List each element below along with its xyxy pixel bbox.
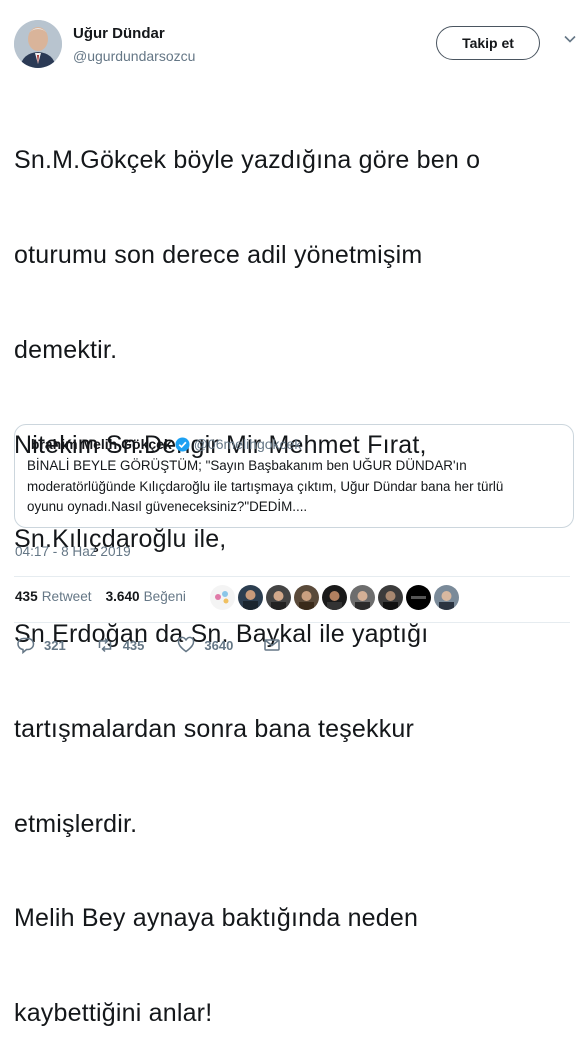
- quoted-tweet[interactable]: İbrahim Melih Gökçek @06melihgokcek BİNA…: [14, 424, 574, 528]
- mail-icon: [264, 639, 281, 651]
- author-name[interactable]: Uğur Dündar: [73, 25, 165, 42]
- tweet-timestamp[interactable]: 04:17 - 8 Haz 2019: [15, 544, 131, 559]
- quoted-line: moderatörlüğünde Kılıçdaroğlu ile tartış…: [27, 478, 504, 494]
- tweet-line: demektir.: [14, 335, 118, 364]
- tweet-line: etmişlerdir.: [14, 809, 138, 838]
- tweet-stats: 435 Retweet 3.640 Beğeni: [15, 589, 186, 604]
- likers-avatars: [210, 585, 462, 611]
- tweet-line: kaybettiğini anlar!: [14, 999, 213, 1028]
- quoted-line: BİNALİ BEYLE GÖRÜŞTÜM; "Sayın Başbakanım…: [27, 458, 467, 473]
- quoted-author-handle: @06melihgokcek: [193, 436, 302, 452]
- liker-avatar[interactable]: [294, 585, 319, 610]
- liker-avatar[interactable]: [238, 585, 263, 610]
- reply-count: 321: [44, 637, 66, 653]
- tweet-line: Melih Bey aynaya baktığında neden: [14, 904, 419, 933]
- chevron-down-icon[interactable]: [563, 32, 577, 46]
- retweet-button[interactable]: 435: [96, 636, 145, 654]
- liker-avatar[interactable]: [266, 585, 291, 610]
- quoted-line: oyunu oynadı.Nasıl güveneceksiniz?"DEDİM…: [27, 499, 308, 514]
- like-button[interactable]: 3640: [177, 636, 233, 654]
- tweet-line: Sn.M.Gökçek böyle yazdığına göre ben o: [14, 146, 481, 175]
- heart-icon: [178, 636, 195, 653]
- retweet-action-count: 435: [122, 637, 145, 653]
- tweet-line: oturumu son derece adil yönetmişim: [14, 240, 423, 269]
- author-handle[interactable]: @ugurdundarsozcu: [73, 48, 195, 64]
- liker-avatar[interactable]: [434, 585, 459, 610]
- message-button[interactable]: [263, 636, 281, 654]
- liker-avatar[interactable]: [378, 585, 403, 610]
- quoted-author-name: İbrahim Melih Gökçek: [27, 436, 172, 452]
- retweet-icon: [98, 637, 111, 653]
- retweet-label[interactable]: Retweet: [42, 589, 92, 604]
- liker-avatar[interactable]: [350, 585, 375, 610]
- like-label[interactable]: Beğeni: [144, 589, 186, 604]
- liker-avatar[interactable]: [406, 585, 431, 610]
- tweet-header: Uğur Dündar @ugurdundarsozcu Takip et: [14, 20, 576, 72]
- quoted-tweet-text: BİNALİ BEYLE GÖRÜŞTÜM; "Sayın Başbakanım…: [27, 456, 561, 518]
- tweet-actions: 321 435 3640: [17, 634, 281, 656]
- retweet-count[interactable]: 435: [15, 589, 38, 604]
- tweet-text: Sn.M.Gökçek böyle yazdığına göre ben o o…: [14, 82, 570, 1061]
- liker-avatar[interactable]: [322, 585, 347, 610]
- like-action-count: 3640: [204, 637, 234, 653]
- author-avatar[interactable]: [14, 20, 62, 68]
- reply-icon: [17, 637, 35, 654]
- divider: [14, 576, 570, 577]
- reply-button[interactable]: 321: [17, 636, 66, 654]
- liker-avatar[interactable]: [210, 585, 235, 610]
- verified-badge-icon: [175, 436, 190, 452]
- quoted-tweet-header: İbrahim Melih Gökçek @06melihgokcek: [27, 435, 561, 453]
- tweet-line: tartışmalardan sonra bana teşekkur: [14, 714, 415, 743]
- follow-button[interactable]: Takip et: [436, 26, 540, 60]
- divider: [14, 622, 570, 623]
- like-count[interactable]: 3.640: [106, 589, 140, 604]
